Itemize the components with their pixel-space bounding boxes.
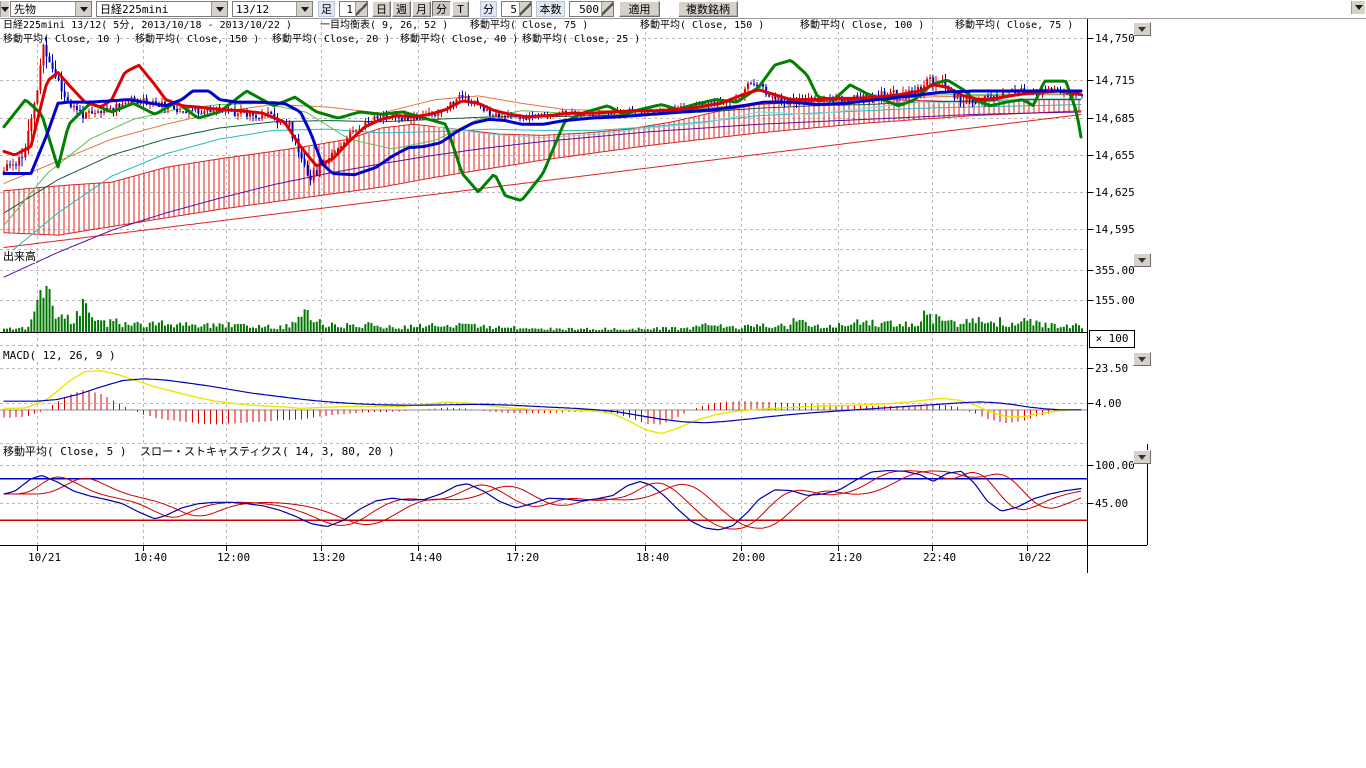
instrument-type-combo[interactable]: 先物: [10, 1, 92, 17]
stochastics-label: スロー・ストキャスティクス( 14, 3, 80, 20 ): [140, 445, 395, 458]
contract-month-combo[interactable]: 13/12: [232, 1, 313, 17]
bar-count-label: 本数: [536, 1, 565, 17]
toolbar: 先物 日経225mini 13/12 足 1 日 週 月 分 T 分 5 本数 …: [0, 0, 1366, 19]
stoch-ma-label: 移動平均( Close, 5 ): [3, 445, 126, 458]
bar-interval-value: 1: [340, 2, 355, 16]
chevron-down-icon: [1, 7, 9, 12]
volume-pane-label: 出来高: [3, 250, 36, 263]
bar-count-stepper[interactable]: 500: [569, 1, 614, 17]
time-axis-label: 22:40: [923, 551, 969, 564]
price-axis-label: 14,750: [1095, 32, 1135, 45]
period-minute-button[interactable]: 分: [432, 1, 451, 17]
minute-value: 5: [502, 2, 519, 16]
chevron-down-icon: [1355, 5, 1363, 10]
time-axis-label: 17:20: [506, 551, 552, 564]
volume-multiplier-badge: × 100: [1089, 330, 1135, 348]
symbol-value: 日経225mini: [97, 2, 211, 16]
chevron-down-icon: [1138, 27, 1146, 32]
chart-title: 日経225mini 13/12( 5分, 2013/10/18 - 2013/1…: [3, 20, 292, 32]
ma-label: 移動平均( Close, 75 ): [470, 20, 588, 32]
stepper-icon[interactable]: [519, 2, 531, 16]
bar-count-value: 500: [570, 2, 601, 16]
macd-axis-menu-button[interactable]: [1133, 352, 1151, 366]
time-axis-label: 20:00: [732, 551, 778, 564]
volume-axis-label: 355.00: [1095, 264, 1135, 277]
symbol-combo[interactable]: 日経225mini: [96, 1, 228, 17]
apply-button[interactable]: 適用: [619, 1, 660, 17]
time-axis-label: 10/22: [1018, 551, 1064, 564]
macd-axis-label: 23.50: [1095, 362, 1128, 375]
stepper-icon[interactable]: [355, 2, 367, 16]
chevron-down-icon: [1138, 258, 1146, 263]
chevron-down-icon[interactable]: [75, 2, 91, 16]
time-axis-label: 18:40: [636, 551, 682, 564]
bar-type-label: 足: [318, 1, 335, 17]
minute-label: 分: [480, 1, 497, 17]
instrument-type-value: 先物: [11, 2, 75, 16]
period-month-button[interactable]: 月: [412, 1, 431, 17]
chevron-down-icon: [301, 7, 309, 12]
multi-symbol-button[interactable]: 複数銘柄: [678, 1, 738, 17]
volume-axis-menu-button[interactable]: [1133, 253, 1151, 267]
price-axis-label: 14,595: [1095, 223, 1135, 236]
chevron-down-icon[interactable]: [296, 2, 312, 16]
ma-label: 移動平均( Close, 150 ): [135, 34, 259, 46]
chart-application-window: 先物 日経225mini 13/12 足 1 日 週 月 分 T 分 5 本数 …: [0, 0, 1366, 768]
minute-stepper[interactable]: 5: [501, 1, 532, 17]
macd-pane-label: MACD( 12, 26, 9 ): [3, 349, 116, 362]
stoch-axis-label: 45.00: [1095, 497, 1128, 510]
time-axis-label: 12:00: [217, 551, 263, 564]
chevron-down-icon: [80, 7, 88, 12]
ma-label: 移動平均( Close, 100 ): [800, 20, 924, 32]
chevron-down-icon[interactable]: [211, 2, 227, 16]
time-axis-label: 13:20: [312, 551, 358, 564]
contract-month-value: 13/12: [233, 2, 296, 16]
price-axis-label: 14,625: [1095, 186, 1135, 199]
chevron-down-icon: [216, 7, 224, 12]
period-tick-button[interactable]: T: [452, 1, 469, 17]
stepper-icon[interactable]: [601, 2, 613, 16]
time-axis-label: 14:40: [409, 551, 455, 564]
price-axis-menu-button[interactable]: [1133, 22, 1151, 36]
time-axis-label: 10/21: [28, 551, 74, 564]
stoch-axis-menu-button[interactable]: [1133, 450, 1151, 464]
stoch-axis-label: 100.00: [1095, 459, 1135, 472]
combo-fragment-dropdown[interactable]: [0, 1, 9, 17]
ma-label: 移動平均( Close, 25 ): [522, 34, 640, 46]
bar-interval-stepper[interactable]: 1: [339, 1, 368, 17]
period-week-button[interactable]: 週: [392, 1, 411, 17]
time-axis-label: 10:40: [134, 551, 180, 564]
ichimoku-label: 一目均衡表( 9, 26, 52 ): [320, 20, 448, 32]
price-axis-label: 14,715: [1095, 74, 1135, 87]
ma-label: 移動平均( Close, 10 ): [3, 34, 121, 46]
period-day-button[interactable]: 日: [372, 1, 391, 17]
ma-label: 移動平均( Close, 40 ): [400, 34, 518, 46]
window-dropdown-button[interactable]: [1351, 1, 1365, 14]
ma-label: 移動平均( Close, 75 ): [955, 20, 1073, 32]
macd-axis-label: 4.00: [1095, 397, 1122, 410]
price-axis-label: 14,655: [1095, 149, 1135, 162]
volume-axis-label: 155.00: [1095, 294, 1135, 307]
time-axis-label: 21:20: [829, 551, 875, 564]
price-axis-label: 14,685: [1095, 112, 1135, 125]
chart-canvas: [0, 0, 1366, 600]
chevron-down-icon: [1138, 455, 1146, 460]
ma-label: 移動平均( Close, 150 ): [640, 20, 764, 32]
ma-label: 移動平均( Close, 20 ): [272, 34, 390, 46]
chevron-down-icon: [1138, 357, 1146, 362]
